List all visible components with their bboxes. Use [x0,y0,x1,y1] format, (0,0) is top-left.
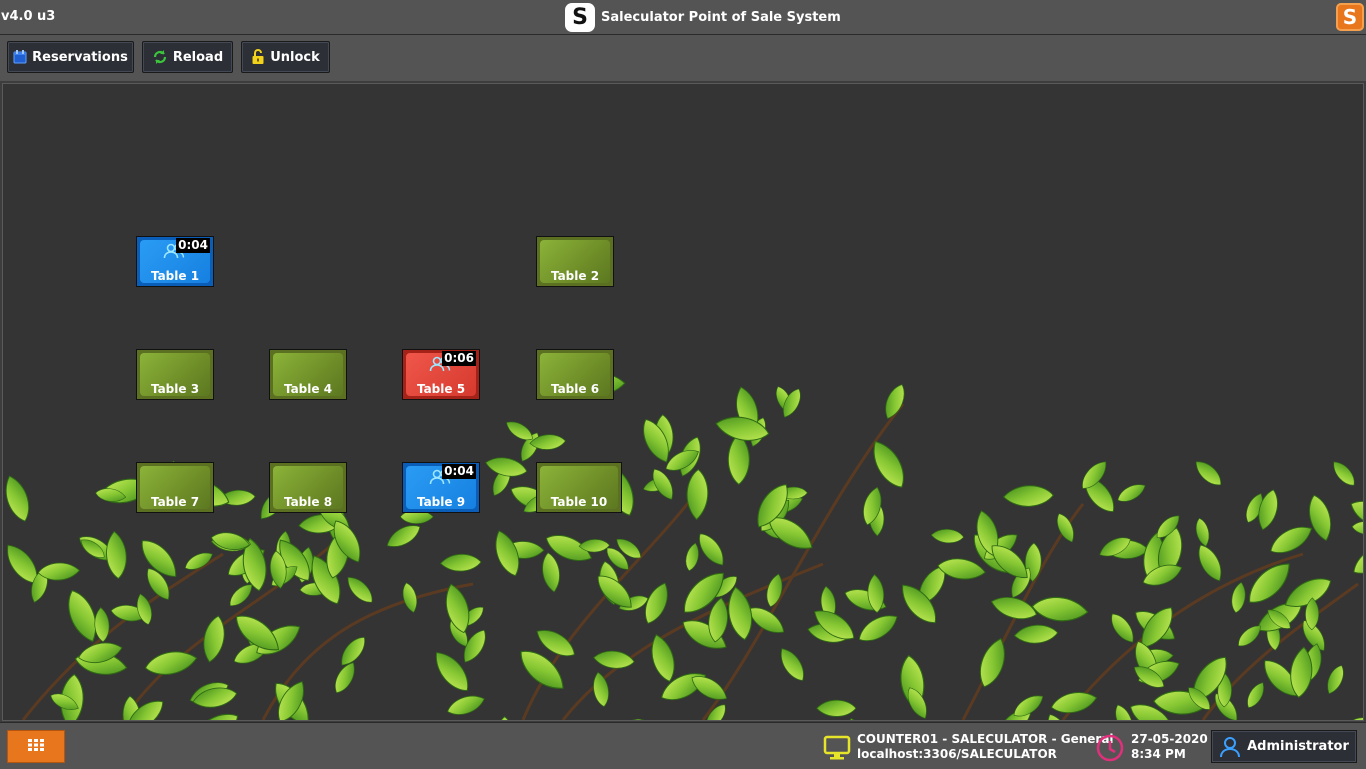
unlock-button[interactable]: Unlock [241,41,330,73]
padlock-icon [251,49,265,65]
table-tile[interactable]: Table 7 [136,462,214,513]
table-name: Table 1 [150,269,200,283]
status-bar: COUNTER01 - SALECULATOR - General localh… [0,722,1366,769]
table-name: Table 10 [550,495,608,509]
reload-button[interactable]: Reload [142,41,233,73]
table-tile[interactable]: Table 2 [536,236,614,287]
table-tile[interactable]: Table 10 [536,462,622,513]
app-title: Saleculator Point of Sale System [601,10,841,25]
version-label: v4.0 u3 [1,9,56,24]
table-tile[interactable]: Table 8 [269,462,347,513]
clock-icon [1095,733,1125,767]
datetime-info: 27-05-2020 8:34 PM [1095,732,1208,767]
reload-icon [152,49,168,65]
app-logo: S [565,3,595,32]
database-connection: localhost:3306/SALECULATOR [857,747,1057,761]
title-bar: v4.0 u3 S Saleculator Point of Sale Syst… [0,0,1366,35]
unlock-label: Unlock [270,49,320,65]
app-title-group: S Saleculator Point of Sale System [565,3,841,32]
table-name: Table 6 [550,382,600,396]
calendar-icon [13,50,27,64]
table-timer: 0:04 [442,464,476,479]
monitor-icon [823,735,851,765]
table-timer: 0:06 [442,351,476,366]
table-name: Table 9 [416,495,466,509]
terminal-info: COUNTER01 - SALECULATOR - General localh… [823,732,1114,765]
current-date: 27-05-2020 [1131,732,1208,746]
table-tile[interactable]: Table 6 [536,349,614,400]
table-name: Table 7 [150,495,200,509]
table-name: Table 3 [150,382,200,396]
current-time: 8:34 PM [1131,747,1186,761]
main-menu-button[interactable] [7,730,65,763]
terminal-name: COUNTER01 - SALECULATOR - General [857,732,1114,746]
table-name: Table 2 [550,269,600,283]
user-name: Administrator [1247,739,1349,754]
table-tile[interactable]: 0:06 Table 5 [402,349,480,400]
table-tile[interactable]: 0:04 Table 1 [136,236,214,287]
grid-menu-icon [27,737,45,756]
table-name: Table 8 [283,495,333,509]
reservations-button[interactable]: Reservations [7,41,134,73]
user-button[interactable]: Administrator [1211,730,1357,763]
table-tile[interactable]: Table 4 [269,349,347,400]
leaves-decoration [3,345,1363,720]
table-tile[interactable]: Table 3 [136,349,214,400]
table-name: Table 5 [416,382,466,396]
table-floor-plan: 0:04 Table 1 Table 2 Table 3 Table 4 0:0… [2,83,1364,721]
corner-logo[interactable]: S [1336,3,1364,31]
table-timer: 0:04 [176,238,210,253]
table-tile[interactable]: 0:04 Table 9 [402,462,480,513]
reservations-label: Reservations [32,49,128,65]
user-icon [1219,736,1241,758]
reload-label: Reload [172,49,224,65]
table-name: Table 4 [283,382,333,396]
toolbar: Reservations Reload Unlock [0,35,1366,81]
